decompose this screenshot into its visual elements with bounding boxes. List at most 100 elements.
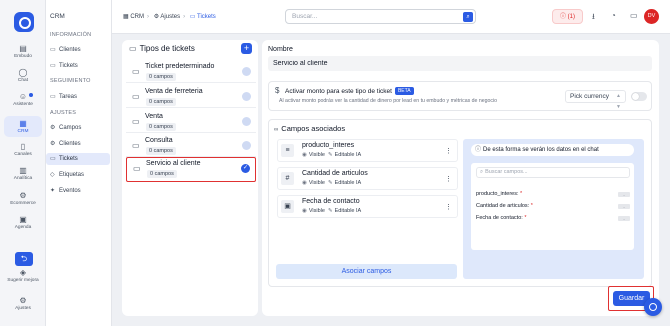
ticket-type-item[interactable]: ▭ Ticket predeterminado 0 campos bbox=[126, 61, 256, 83]
field-row[interactable]: ▣ Fecha de contacto ◉ Visible ✎ Editable I… bbox=[277, 195, 458, 218]
field-row[interactable]: ≡ producto_interes ◉ Visible ✎ Editable IA… bbox=[277, 139, 458, 162]
ticket-type-item[interactable]: ▭ Consulta 0 campos bbox=[126, 135, 256, 157]
tag-icon: ◇ bbox=[50, 172, 55, 178]
back-button[interactable]: ⮌ bbox=[15, 252, 33, 266]
more-options-icon[interactable]: ⋮ bbox=[445, 203, 452, 211]
amount-settings: $ Activar monto para este tipo de ticket… bbox=[268, 81, 652, 111]
sidebar-item-tareas[interactable]: ▭ Tareas bbox=[46, 91, 110, 103]
amount-title: Activar monto para este tipo de ticket BE… bbox=[285, 87, 414, 95]
text-lines-icon: ≡ bbox=[281, 144, 294, 157]
window-icon[interactable]: ▭ bbox=[630, 11, 638, 20]
sidebar-item-ajustes-clientes[interactable]: ⚙ Clientes bbox=[46, 138, 110, 150]
rail-item-analitica[interactable]: ▥ Analítica bbox=[4, 166, 42, 181]
field-row[interactable]: # Cantidad de articulos ◉ Visible ✎ Editab… bbox=[277, 167, 458, 190]
download-icon[interactable]: ⭳ bbox=[592, 11, 595, 25]
preview-search[interactable]: ⌕ Buscar campos... bbox=[476, 167, 630, 178]
chart-icon: ▥ bbox=[19, 166, 27, 175]
sidebar-item-ajustes-tickets[interactable]: ▭ Tickets bbox=[46, 153, 110, 165]
rail-item-chat[interactable]: ◯ Chat bbox=[4, 68, 42, 83]
breadcrumb-crm[interactable]: CRM bbox=[130, 14, 144, 20]
global-search: ⌕ bbox=[285, 9, 476, 24]
tasks-icon: ▭ bbox=[50, 94, 56, 100]
chat-icon: ◯ bbox=[18, 68, 28, 77]
alert-icon: ⓘ bbox=[559, 14, 566, 20]
eye-icon: ◉ bbox=[302, 180, 307, 186]
id-card-icon: ▭ bbox=[50, 47, 56, 53]
ticket-icon: ▭ bbox=[50, 156, 56, 162]
app-logo[interactable] bbox=[14, 12, 34, 32]
sidebar-section-seguimiento: SEGUIMIENTO bbox=[50, 78, 91, 84]
name-label: Nombre bbox=[268, 46, 293, 53]
rail-item-crm[interactable]: ▦ CRM bbox=[4, 116, 42, 137]
chat-bubble-icon[interactable] bbox=[644, 298, 662, 316]
ticket-type-detail: Nombre $ Activar monto para este tipo de… bbox=[262, 40, 659, 316]
rail-item-sugerir[interactable]: ◈ Sugerir mejora bbox=[4, 268, 42, 283]
ticket-types-title: ▭ Tipos de tickets bbox=[129, 44, 195, 53]
calendar-icon: ▣ bbox=[281, 200, 294, 213]
sidebar-section-ajustes: AJUSTES bbox=[50, 110, 77, 116]
beta-badge: BETA bbox=[394, 87, 414, 95]
currency-select[interactable]: Pick currency ▲ ▼ bbox=[565, 90, 626, 110]
app-rail: ▤ Embudo ◯ Chat ☺ Asistente ▦ CRM ▯ Canales ▥… bbox=[0, 0, 46, 326]
calendar-icon: ▣ bbox=[19, 215, 27, 224]
name-field[interactable] bbox=[268, 56, 652, 71]
rail-item-asistente[interactable]: ☺ Asistente bbox=[4, 92, 42, 107]
search-input[interactable] bbox=[292, 13, 452, 20]
rail-item-embudo[interactable]: ▤ Embudo bbox=[4, 44, 42, 59]
check-icon[interactable]: ✓ bbox=[241, 164, 250, 173]
ticket-types-panel: ▭ Tipos de tickets + ▭ Ticket predetermin… bbox=[122, 40, 258, 316]
crm-icon: ▦ bbox=[19, 119, 27, 128]
sidebar-item-clientes[interactable]: ▭ Clientes bbox=[46, 44, 110, 56]
eye-icon: ◉ bbox=[302, 208, 307, 214]
info-icon: ⓘ bbox=[475, 147, 482, 153]
fields-count-badge: 0 campos bbox=[146, 73, 176, 81]
radio-indicator[interactable] bbox=[242, 141, 251, 150]
ticket-type-item-selected[interactable]: ▭ Servicio al cliente 0 campos ✓ bbox=[126, 157, 256, 182]
breadcrumb-ajustes[interactable]: Ajustes bbox=[160, 14, 180, 20]
ticket-icon: ▭ bbox=[132, 141, 140, 150]
gear-icon: ⚙ bbox=[19, 296, 27, 305]
associate-fields-button[interactable]: Asociar campos bbox=[276, 264, 457, 279]
gear-icon: ⚙ bbox=[153, 14, 160, 20]
fields-count-badge: 0 campos bbox=[146, 123, 176, 131]
radio-indicator[interactable] bbox=[242, 67, 251, 76]
more-options-icon[interactable]: ⋮ bbox=[445, 175, 452, 183]
funnel-icon: ▤ bbox=[19, 44, 27, 53]
rail-item-ecommerce[interactable]: ⚙ Ecommerce bbox=[4, 191, 42, 206]
sidebar-title: CRM bbox=[50, 13, 65, 20]
avatar[interactable]: DV bbox=[644, 9, 659, 24]
ticket-type-item[interactable]: ▭ Venta de ferreteria 0 campos bbox=[126, 86, 256, 108]
search-icon: ⌕ bbox=[466, 14, 470, 20]
search-button[interactable]: ⌕ bbox=[463, 12, 473, 22]
ticket-icon: ▭ bbox=[189, 14, 196, 20]
ticket-icon: ▭ bbox=[132, 117, 140, 126]
crm-sidebar: CRM INFORMACIÓN ▭ Clientes ▭ Tickets SEGUI… bbox=[46, 0, 112, 326]
radio-indicator[interactable] bbox=[242, 117, 251, 126]
fields-count-badge: 0 campos bbox=[147, 170, 177, 178]
alert-badge[interactable]: ⓘ (1) bbox=[552, 9, 583, 24]
rail-item-agenda[interactable]: ▣ Agenda bbox=[4, 215, 42, 230]
sidebar-item-campos[interactable]: ⚙ Campos bbox=[46, 122, 110, 134]
chevron-updown-icon: ▲ ▼ bbox=[616, 93, 621, 110]
more-options-icon[interactable]: ⋮ bbox=[445, 147, 452, 155]
preview-card: ⌕ Buscar campos... producto_interes: * - C… bbox=[471, 163, 634, 250]
notification-dot bbox=[29, 93, 33, 97]
bell-icon[interactable]: ◔ bbox=[611, 11, 616, 20]
amount-description: Al activar monto podrás ver la cantidad … bbox=[279, 98, 498, 104]
eye-icon: ◉ bbox=[302, 152, 307, 158]
dollar-icon: $ bbox=[275, 86, 280, 95]
top-bar: ▦ CRM› ⚙ Ajustes› ▭ Tickets ⌕ ⓘ (1) ⭳ ◔ … bbox=[112, 0, 670, 34]
sidebar-item-etiquetas[interactable]: ◇ Etiquetas bbox=[46, 169, 110, 181]
ticket-type-item[interactable]: ▭ Venta 0 campos bbox=[126, 111, 256, 133]
sidebar-item-eventos[interactable]: ✦ Eventos bbox=[46, 185, 110, 197]
rail-item-ajustes[interactable]: ⚙ Ajustes bbox=[4, 296, 42, 311]
breadcrumb: ▦ CRM › ⚙ Ajustes › ▭ Tickets bbox=[123, 14, 216, 20]
sidebar-item-tickets[interactable]: ▭ Tickets bbox=[46, 60, 110, 72]
preview-header: ⓘ De esta forma se verán los datos en el … bbox=[471, 144, 634, 156]
edit-icon: ✎ bbox=[327, 180, 333, 186]
rail-item-canales[interactable]: ▯ Canales bbox=[4, 142, 42, 157]
amount-toggle[interactable] bbox=[631, 92, 647, 101]
edit-icon: ✎ bbox=[327, 208, 333, 214]
radio-indicator[interactable] bbox=[242, 92, 251, 101]
add-ticket-type-button[interactable]: + bbox=[241, 43, 252, 54]
